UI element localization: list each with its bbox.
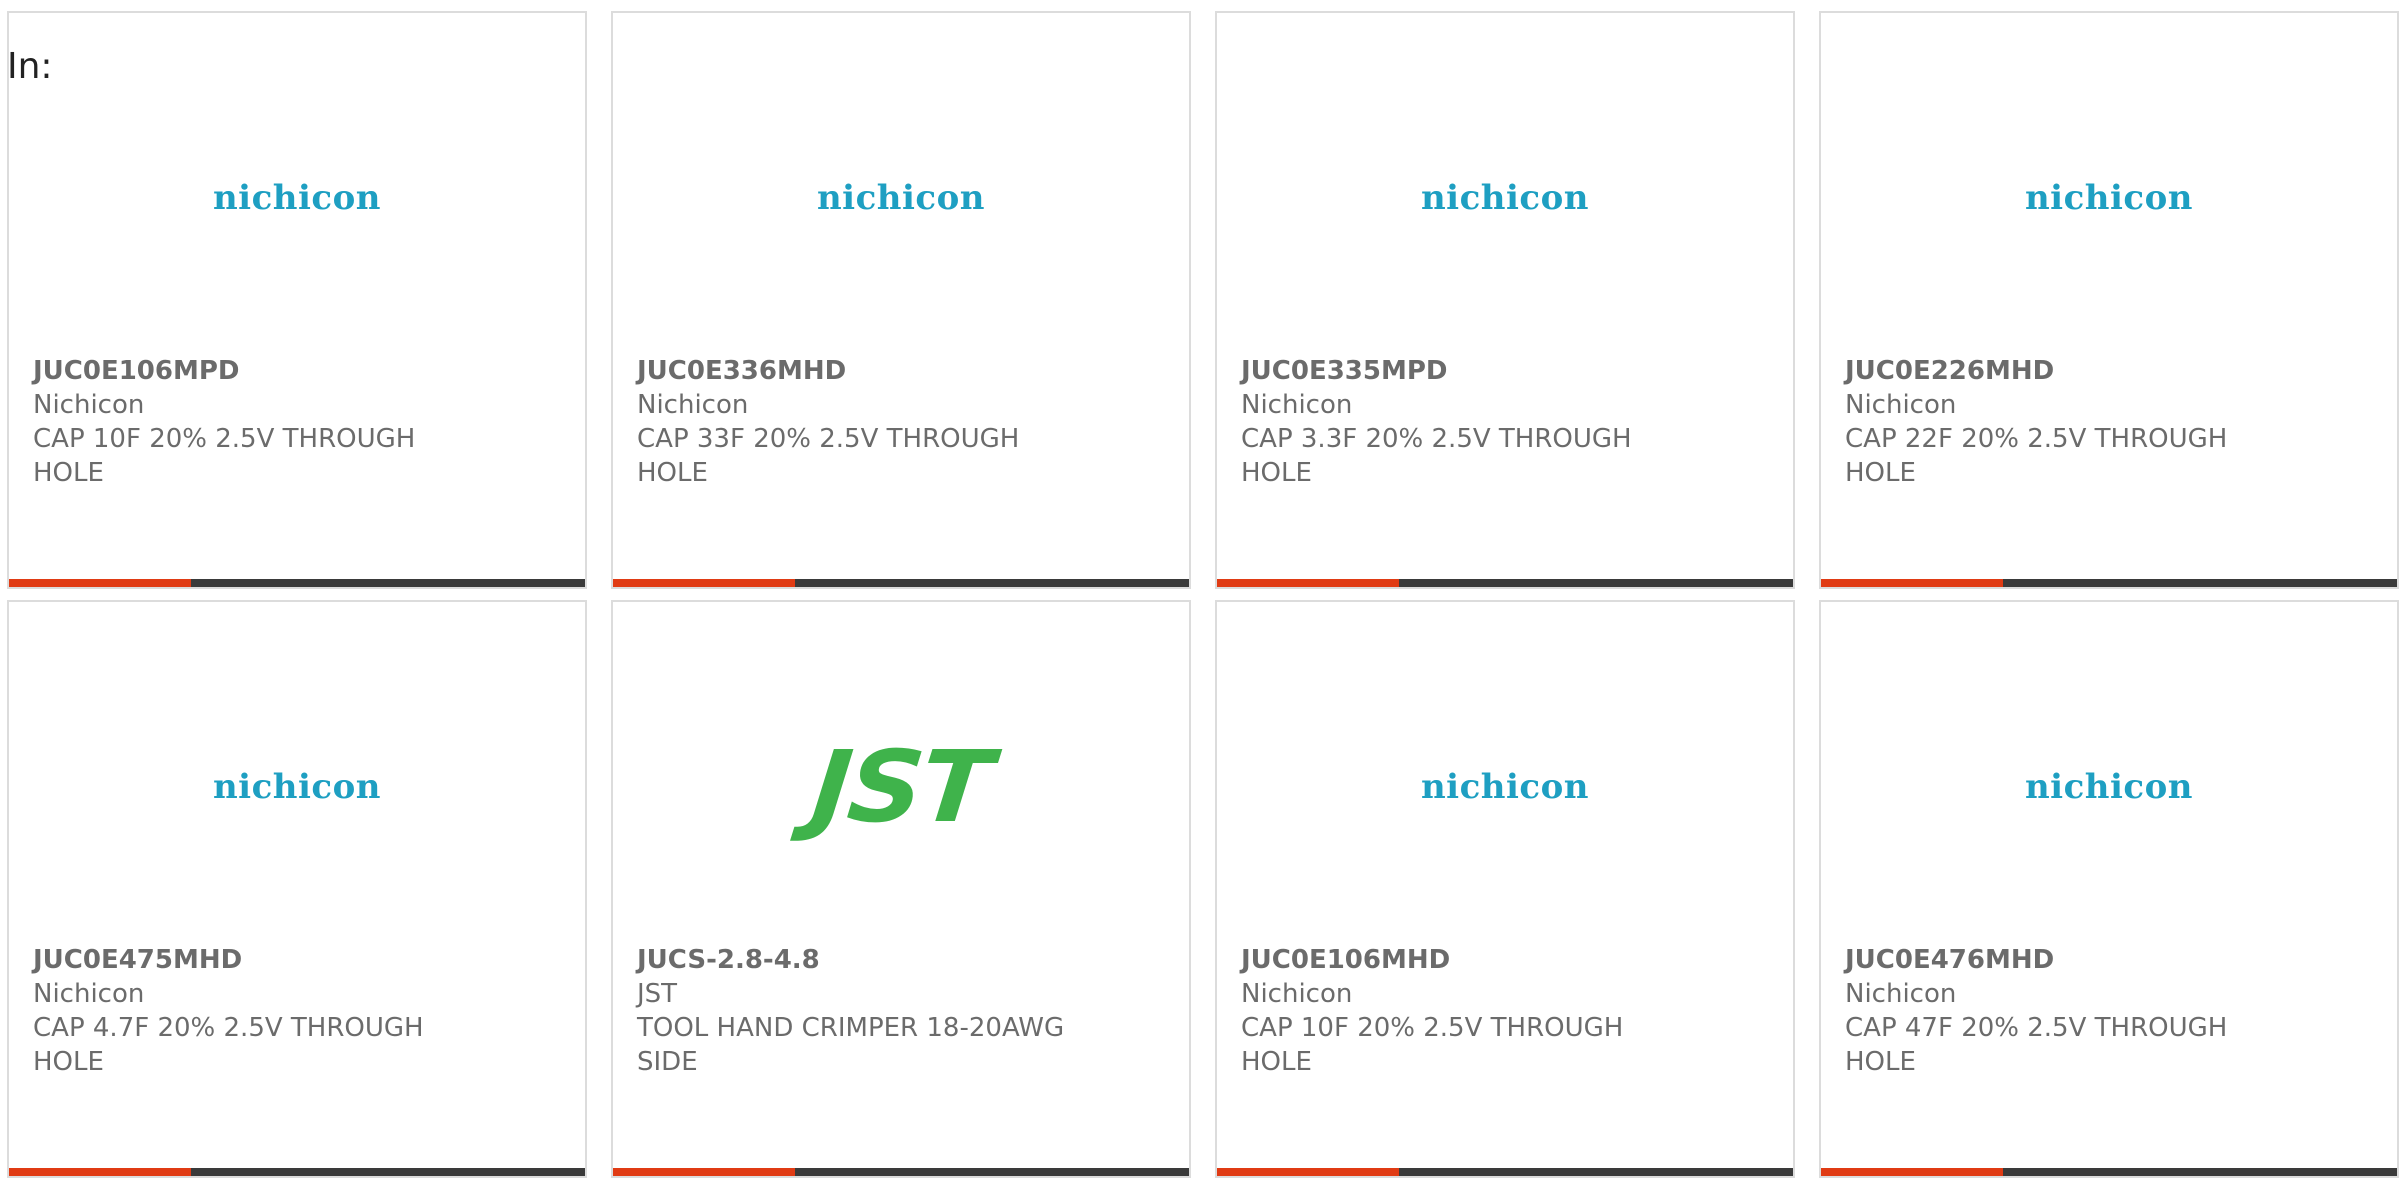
product-description: CAP 10F 20% 2.5V THROUGH HOLE (1241, 1013, 1624, 1077)
card-accent-bar (613, 1168, 795, 1176)
product-card[interactable]: JST JUCS-2.8-4.8 JST TOOL HAND CRIMPER 1… (611, 600, 1191, 1178)
product-grid: nichicon JUC0E106MPD Nichicon CAP 10F 20… (7, 11, 2399, 1178)
product-description: CAP 3.3F 20% 2.5V THROUGH HOLE (1241, 424, 1632, 488)
manufacturer-logo: nichicon (1821, 722, 2397, 852)
nichicon-logo-icon: nichicon (1420, 178, 1590, 218)
card-bottom-bar (1821, 1168, 2397, 1176)
product-card[interactable]: nichicon JUC0E106MHD Nichicon CAP 10F 20… (1215, 600, 1795, 1178)
part-number: JUC0E335MPD (1241, 356, 1448, 386)
manufacturer-logo: JST (613, 722, 1189, 852)
manufacturer-logo: nichicon (9, 133, 585, 263)
product-description: CAP 33F 20% 2.5V THROUGH HOLE (637, 424, 1020, 488)
card-bottom-bar (613, 1168, 1189, 1176)
product-info: JUC0E226MHD Nichicon CAP 22F 20% 2.5V TH… (1845, 354, 2275, 490)
part-number: JUC0E226MHD (1845, 356, 2055, 386)
nichicon-logo-icon: nichicon (1420, 767, 1590, 807)
manufacturer-logo: nichicon (1821, 133, 2397, 263)
product-description: TOOL HAND CRIMPER 18-20AWG SIDE (637, 1013, 1065, 1077)
nichicon-logo-icon: nichicon (2024, 767, 2194, 807)
product-info: JUC0E476MHD Nichicon CAP 47F 20% 2.5V TH… (1845, 943, 2275, 1079)
manufacturer-name: Nichicon (33, 979, 145, 1009)
manufacturer-name: Nichicon (1845, 390, 1957, 420)
product-description: CAP 10F 20% 2.5V THROUGH HOLE (33, 424, 416, 488)
product-card[interactable]: nichicon JUC0E106MPD Nichicon CAP 10F 20… (7, 11, 587, 589)
manufacturer-logo: nichicon (9, 722, 585, 852)
product-description: CAP 47F 20% 2.5V THROUGH HOLE (1845, 1013, 2228, 1077)
card-accent-bar (9, 1168, 191, 1176)
card-accent-bar (1217, 1168, 1399, 1176)
part-number: JUC0E475MHD (33, 945, 243, 975)
card-accent-bar (1821, 1168, 2003, 1176)
manufacturer-name: Nichicon (1845, 979, 1957, 1009)
product-card[interactable]: nichicon JUC0E336MHD Nichicon CAP 33F 20… (611, 11, 1191, 589)
card-accent-bar (613, 579, 795, 587)
product-card[interactable]: nichicon JUC0E476MHD Nichicon CAP 47F 20… (1819, 600, 2399, 1178)
manufacturer-name: JST (637, 979, 678, 1009)
nichicon-logo-icon: nichicon (212, 178, 382, 218)
part-number: JUC0E476MHD (1845, 945, 2055, 975)
product-info: JUC0E336MHD Nichicon CAP 33F 20% 2.5V TH… (637, 354, 1067, 490)
product-card[interactable]: nichicon JUC0E475MHD Nichicon CAP 4.7F 2… (7, 600, 587, 1178)
manufacturer-logo: nichicon (1217, 722, 1793, 852)
card-bottom-bar (9, 1168, 585, 1176)
card-bottom-bar (1217, 1168, 1793, 1176)
product-card[interactable]: nichicon JUC0E335MPD Nichicon CAP 3.3F 2… (1215, 11, 1795, 589)
product-info: JUC0E106MHD Nichicon CAP 10F 20% 2.5V TH… (1241, 943, 1671, 1079)
manufacturer-logo: nichicon (613, 133, 1189, 263)
manufacturer-name: Nichicon (1241, 390, 1353, 420)
product-description: CAP 22F 20% 2.5V THROUGH HOLE (1845, 424, 2228, 488)
product-info: JUC0E335MPD Nichicon CAP 3.3F 20% 2.5V T… (1241, 354, 1671, 490)
manufacturer-name: Nichicon (1241, 979, 1353, 1009)
card-accent-bar (9, 579, 191, 587)
in-label: In: (7, 46, 53, 87)
part-number: JUCS-2.8-4.8 (637, 945, 820, 975)
card-bottom-bar (1821, 579, 2397, 587)
product-info: JUC0E106MPD Nichicon CAP 10F 20% 2.5V TH… (33, 354, 463, 490)
product-card[interactable]: nichicon JUC0E226MHD Nichicon CAP 22F 20… (1819, 11, 2399, 589)
jst-logo-icon: JST (807, 729, 995, 845)
nichicon-logo-icon: nichicon (816, 178, 986, 218)
product-info: JUC0E475MHD Nichicon CAP 4.7F 20% 2.5V T… (33, 943, 463, 1079)
manufacturer-logo: nichicon (1217, 133, 1793, 263)
part-number: JUC0E106MHD (1241, 945, 1451, 975)
product-description: CAP 4.7F 20% 2.5V THROUGH HOLE (33, 1013, 424, 1077)
manufacturer-name: Nichicon (33, 390, 145, 420)
card-bottom-bar (1217, 579, 1793, 587)
part-number: JUC0E106MPD (33, 356, 240, 386)
nichicon-logo-icon: nichicon (212, 767, 382, 807)
manufacturer-name: Nichicon (637, 390, 749, 420)
nichicon-logo-icon: nichicon (2024, 178, 2194, 218)
card-bottom-bar (613, 579, 1189, 587)
card-accent-bar (1217, 579, 1399, 587)
card-accent-bar (1821, 579, 2003, 587)
part-number: JUC0E336MHD (637, 356, 847, 386)
product-info: JUCS-2.8-4.8 JST TOOL HAND CRIMPER 18-20… (637, 943, 1067, 1079)
card-bottom-bar (9, 579, 585, 587)
